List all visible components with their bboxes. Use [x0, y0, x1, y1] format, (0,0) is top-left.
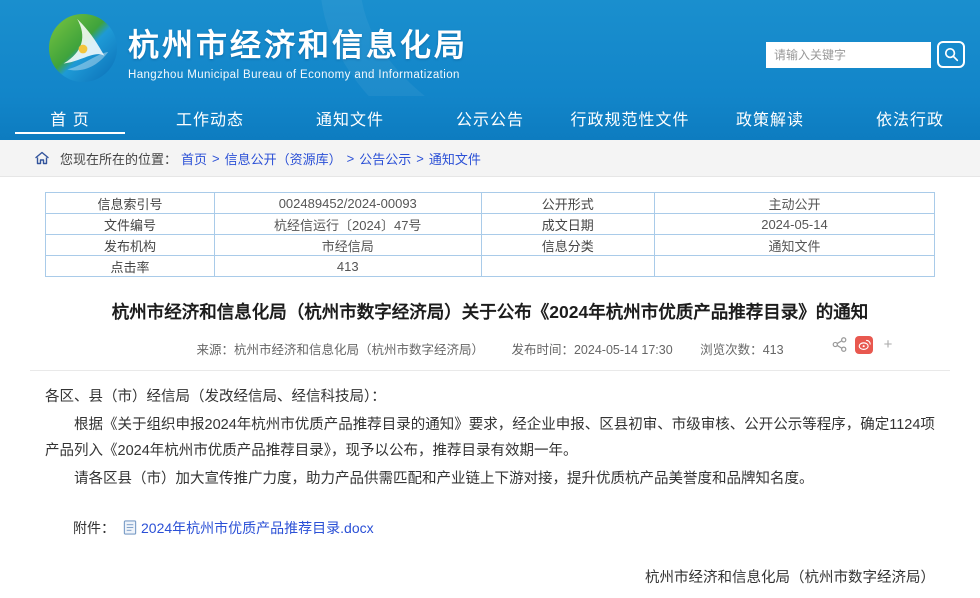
info-category-value: 通知文件 — [654, 235, 934, 256]
share-icons: + — [832, 336, 895, 354]
page: 杭州市经济和信息化局 Hangzhou Municipal Bureau of … — [0, 0, 980, 598]
paragraph-salutation: 各区、县（市）经信局（发改经信局、经信科技局）： — [45, 384, 935, 410]
issuing-agency-label: 发布机构 — [46, 235, 215, 256]
signature-org: 杭州市经济和信息化局（杭州市数字经济局） — [45, 566, 935, 587]
breadcrumb-prefix: 您现在所在的位置： — [60, 149, 177, 168]
weibo-share-icon[interactable] — [855, 336, 873, 354]
share-icon[interactable] — [832, 337, 847, 352]
nav-item-rule-of-law[interactable]: 依法行政 — [840, 96, 980, 140]
attachment-row: 附件： 2024年杭州市优质产品推荐目录.docx — [73, 518, 935, 538]
article-content: 信息索引号 002489452/2024-00093 公开形式 主动公开 文件编… — [45, 192, 935, 598]
site-title: 杭州市经济和信息化局 — [128, 20, 468, 65]
site-subtitle: Hangzhou Municipal Bureau of Economy and… — [128, 69, 468, 81]
meta-source-value: 杭州市经济和信息化局（杭州市数字经济局） — [234, 343, 484, 357]
breadcrumb-item-home[interactable]: 首页 — [181, 149, 207, 168]
nav-item-regulatory-docs[interactable]: 行政规范性文件 — [560, 96, 700, 140]
meta-views-label: 浏览次数： — [700, 343, 763, 357]
info-table-row: 信息索引号 002489452/2024-00093 公开形式 主动公开 — [46, 193, 935, 214]
more-share-icon[interactable]: + — [881, 338, 895, 352]
main-nav: 首 页 工作动态 通知文件 公示公告 行政规范性文件 政策解读 依法行政 — [0, 96, 980, 140]
paragraph-main: 根据《关于组织申报2024年杭州市优质产品推荐目录的通知》要求，经企业申报、区县… — [45, 412, 935, 464]
breadcrumb-separator: > — [212, 151, 220, 166]
meta-source: 来源：杭州市经济和信息化局（杭州市数字经济局） — [196, 343, 484, 357]
click-rate-label: 点击率 — [46, 256, 215, 277]
issuing-agency-value: 市经信局 — [214, 235, 481, 256]
attachment-doc-icon — [123, 520, 137, 535]
disclosure-form-value: 主动公开 — [654, 193, 934, 214]
click-rate-value: 413 — [214, 256, 481, 277]
meta-publish-time: 发布时间：2024-05-14 17:30 — [511, 343, 672, 357]
signature-block: 杭州市经济和信息化局（杭州市数字经济局） 2024年5月13日 — [45, 566, 935, 598]
nav-item-announcements[interactable]: 公示公告 — [420, 96, 560, 140]
breadcrumb: 您现在所在的位置： 首页 > 信息公开（资源库） > 公告公示 > 通知文件 — [0, 140, 980, 177]
search-box — [766, 41, 965, 68]
breadcrumb-item-announcements[interactable]: 公告公示 — [359, 149, 411, 168]
attachment-link[interactable]: 2024年杭州市优质产品推荐目录.docx — [141, 518, 374, 538]
doc-number-label: 文件编号 — [46, 214, 215, 235]
nav-item-work-news[interactable]: 工作动态 — [140, 96, 280, 140]
nav-item-policy-interpretation[interactable]: 政策解读 — [700, 96, 840, 140]
issue-date-label: 成文日期 — [481, 214, 654, 235]
page-title: 杭州市经济和信息化局（杭州市数字经济局）关于公布《2024年杭州市优质产品推荐目… — [45, 300, 935, 325]
breadcrumb-separator: > — [347, 151, 355, 166]
site-header: 杭州市经济和信息化局 Hangzhou Municipal Bureau of … — [0, 0, 980, 96]
info-table: 信息索引号 002489452/2024-00093 公开形式 主动公开 文件编… — [45, 192, 935, 277]
logo-globe-icon — [48, 13, 118, 83]
breadcrumb-separator: > — [416, 151, 424, 166]
article-meta: 来源：杭州市经济和信息化局（杭州市数字经济局） 发布时间：2024-05-14 … — [45, 339, 935, 358]
meta-source-label: 来源： — [196, 343, 234, 357]
site-title-block: 杭州市经济和信息化局 Hangzhou Municipal Bureau of … — [128, 20, 468, 81]
nav-item-notices[interactable]: 通知文件 — [280, 96, 420, 140]
search-input[interactable] — [766, 42, 931, 68]
disclosure-form-label: 公开形式 — [481, 193, 654, 214]
info-table-row: 点击率 413 — [46, 256, 935, 277]
meta-views-value: 413 — [763, 343, 784, 357]
empty-cell — [481, 256, 654, 277]
attachment-label: 附件： — [73, 518, 115, 538]
site-logo[interactable] — [48, 13, 118, 83]
meta-views: 浏览次数：413 — [700, 343, 783, 357]
nav-item-home[interactable]: 首 页 — [0, 96, 140, 140]
meta-time-value: 2024-05-14 17:30 — [574, 343, 673, 357]
home-icon[interactable] — [34, 150, 50, 166]
article-body: 各区、县（市）经信局（发改经信局、经信科技局）： 根据《关于组织申报2024年杭… — [45, 384, 935, 492]
info-index-label: 信息索引号 — [46, 193, 215, 214]
search-icon — [944, 47, 959, 62]
issue-date-value: 2024-05-14 — [654, 214, 934, 235]
search-button[interactable] — [937, 41, 965, 68]
meta-time-label: 发布时间： — [511, 343, 574, 357]
breadcrumb-item-notices[interactable]: 通知文件 — [429, 149, 481, 168]
info-index-value: 002489452/2024-00093 — [214, 193, 481, 214]
info-category-label: 信息分类 — [481, 235, 654, 256]
empty-cell — [654, 256, 934, 277]
breadcrumb-item-info-disclosure[interactable]: 信息公开（资源库） — [225, 149, 342, 168]
paragraph-request: 请各区县（市）加大宣传推广力度，助力产品供需匹配和产业链上下游对接，提升优质杭产… — [45, 466, 935, 492]
doc-number-value: 杭经信运行〔2024〕47号 — [214, 214, 481, 235]
info-table-row: 文件编号 杭经信运行〔2024〕47号 成文日期 2024-05-14 — [46, 214, 935, 235]
info-table-row: 发布机构 市经信局 信息分类 通知文件 — [46, 235, 935, 256]
meta-divider — [30, 370, 950, 371]
